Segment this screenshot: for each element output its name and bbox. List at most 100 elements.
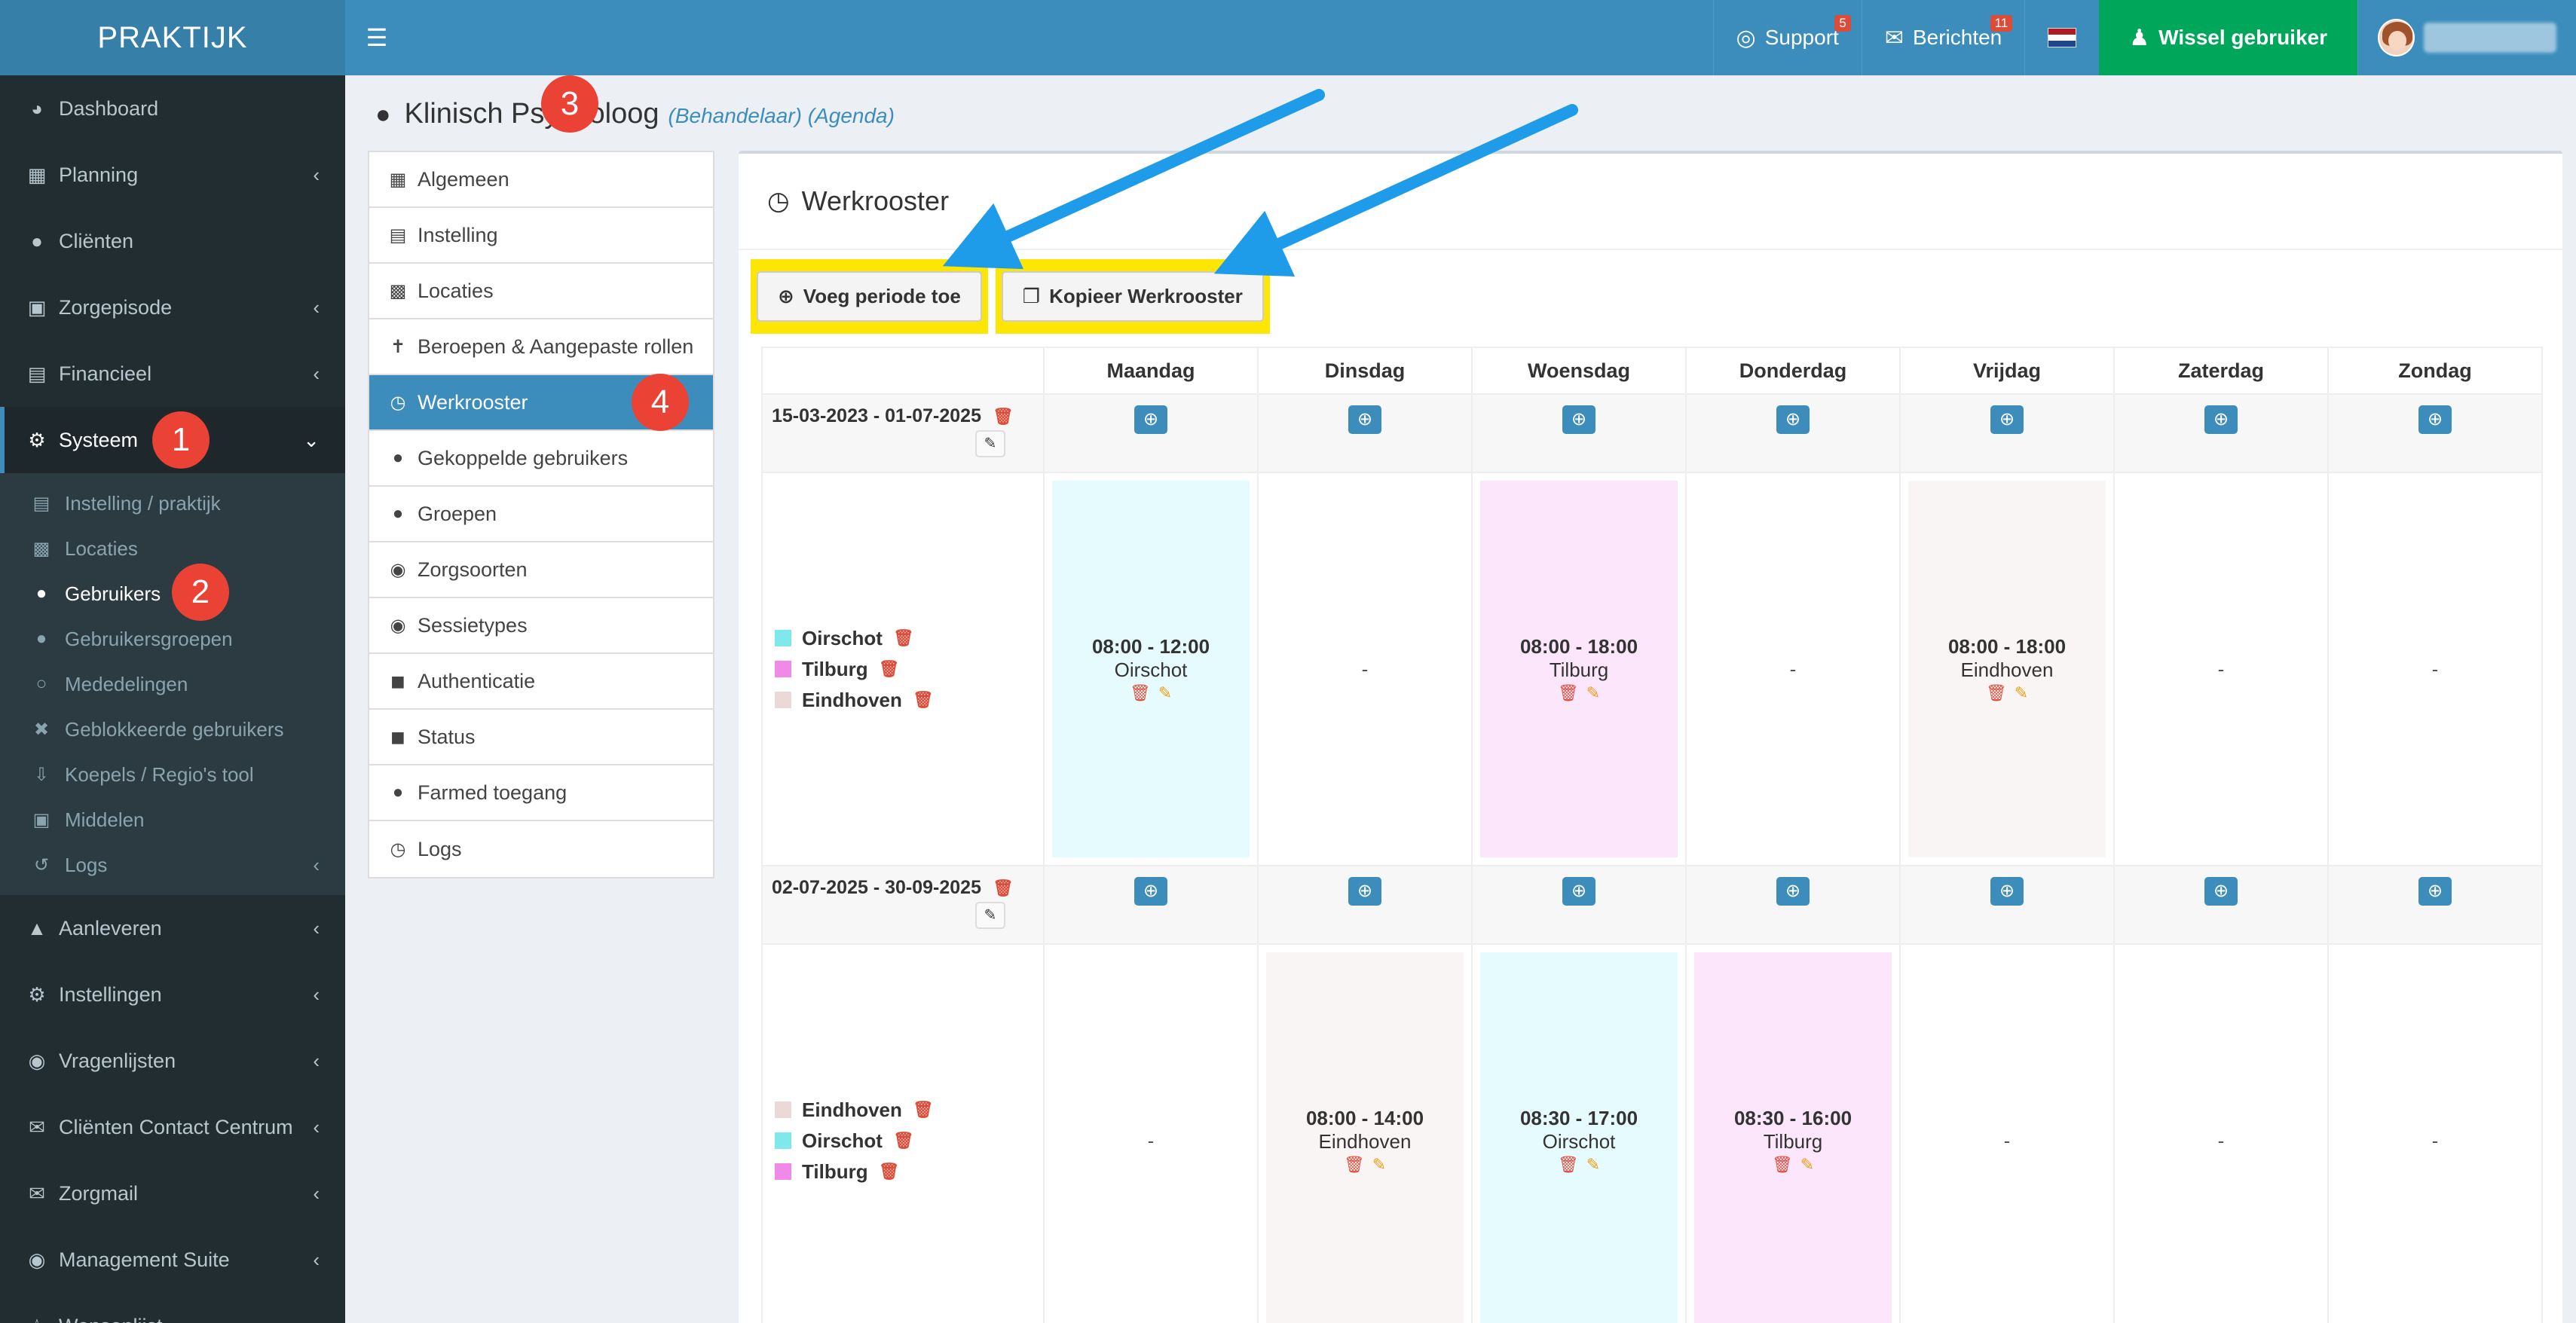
add-slot-button[interactable]: ⊕ <box>1776 405 1810 434</box>
edit-period-button[interactable]: ✎ <box>975 902 1005 929</box>
menu-item-locaties[interactable]: ▩ Locaties <box>369 264 713 319</box>
add-slot-button[interactable]: ⊕ <box>1562 877 1595 906</box>
add-slot-button[interactable]: ⊕ <box>2204 877 2238 906</box>
add-slot-button[interactable]: ⊕ <box>2418 877 2452 906</box>
edit-period-button[interactable]: ✎ <box>975 430 1005 457</box>
sidebar-item-instellingen[interactable]: ⚙ Instellingen ‹ <box>0 961 345 1028</box>
trash-icon[interactable]: 🗑 <box>993 407 1014 426</box>
empty-slot: - <box>1361 657 1369 680</box>
add-slot-button[interactable]: ⊕ <box>2204 405 2238 434</box>
user-icon: ● <box>31 229 43 252</box>
sidebar-item-clienten[interactable]: ● Cliënten <box>0 208 345 274</box>
time-slot[interactable]: 08:00 - 14:00 Eindhoven 🗑 ✎ <box>1266 952 1464 1323</box>
berichten-link[interactable]: ✉ Berichten 11 <box>1861 0 2024 75</box>
time-slot[interactable]: 08:00 - 18:00 Tilburg 🗑 ✎ <box>1480 481 1678 857</box>
header-day: Maandag <box>1043 347 1259 395</box>
pencil-icon[interactable]: ✎ <box>1372 1155 1386 1175</box>
add-slot-button[interactable]: ⊕ <box>1776 877 1810 906</box>
add-slot-button[interactable]: ⊕ <box>2418 405 2452 434</box>
add-slot-button[interactable]: ⊕ <box>1134 405 1167 434</box>
add-slot-button[interactable]: ⊕ <box>1348 877 1381 906</box>
sidebar-item-vragenlijsten[interactable]: ◉ Vragenlijsten ‹ <box>0 1028 345 1094</box>
menu-item-label: Zorgsoorten <box>418 558 528 581</box>
sidebar-item-dashboard[interactable]: ◕ Dashboard <box>0 75 345 142</box>
trash-icon[interactable]: 🗑 <box>1558 683 1579 703</box>
user-secret-icon: ♟ <box>2129 25 2150 50</box>
sidebar-item-wensenlijst[interactable]: ☆ Wensenlijst <box>0 1293 345 1323</box>
language-flag[interactable] <box>2024 0 2099 75</box>
menu-item-status[interactable]: ◼ Status <box>369 710 713 765</box>
add-period-button[interactable]: ⊕ Voeg periode toe <box>757 271 982 322</box>
trash-icon[interactable]: 🗑 <box>893 1131 914 1150</box>
sidebar-subitem-instelling[interactable]: ▤ Instelling / praktijk <box>0 481 345 526</box>
location-name: Eindhoven <box>802 1098 902 1121</box>
add-slot-button[interactable]: ⊕ <box>1562 405 1595 434</box>
sidebar-subitem-logs[interactable]: ↺ Logs ‹ <box>0 842 345 888</box>
sidebar-subitem-mededelingen[interactable]: ○ Mededelingen <box>0 662 345 707</box>
sidebar-item-planning[interactable]: ▦ Planning ‹ <box>0 142 345 208</box>
add-slot-button[interactable]: ⊕ <box>1348 405 1381 434</box>
sidebar-subitem-gebruikers[interactable]: ● Gebruikers 2 <box>0 564 345 621</box>
slot-location: Tilburg <box>1549 658 1609 681</box>
trash-icon[interactable]: 🗑 <box>1772 1155 1793 1175</box>
pencil-icon[interactable]: ✎ <box>1586 1155 1600 1175</box>
time-slot[interactable]: 08:00 - 18:00 Eindhoven 🗑 ✎ <box>1908 481 2106 857</box>
menu-item-label: Instelling <box>418 223 498 246</box>
pencil-icon[interactable]: ✎ <box>2015 683 2028 703</box>
support-link[interactable]: ◎ Support 5 <box>1712 0 1862 75</box>
sidebar-item-financieel[interactable]: ▤ Financieel ‹ <box>0 341 345 407</box>
pencil-icon[interactable]: ✎ <box>1586 683 1600 703</box>
sidebar-item-aanleveren[interactable]: ▲ Aanleveren ‹ <box>0 895 345 961</box>
trash-icon[interactable]: 🗑 <box>913 1100 934 1120</box>
sidebar-item-zorgmail[interactable]: ✉ Zorgmail ‹ <box>0 1160 345 1227</box>
menu-item-gekoppelde-gebruikers[interactable]: ● Gekoppelde gebruikers <box>369 431 713 487</box>
copy-schedule-button[interactable]: ❐ Kopieer Werkrooster <box>1001 271 1264 322</box>
menu-item-werkrooster[interactable]: ◷ Werkrooster 4 <box>369 374 713 431</box>
user-menu[interactable] <box>2357 0 2576 75</box>
time-slot[interactable]: 08:30 - 16:00 Tilburg 🗑 ✎ <box>1694 952 1892 1323</box>
trash-icon[interactable]: 🗑 <box>1344 1155 1365 1175</box>
pencil-icon[interactable]: ✎ <box>1800 1155 1814 1175</box>
add-slot-cell: ⊕ <box>1043 865 1259 945</box>
menu-item-groepen[interactable]: ● Groepen <box>369 487 713 542</box>
menu-item-algemeen[interactable]: ▦ Algemeen <box>369 152 713 208</box>
sidebar-item-clienten-contact-centrum[interactable]: ✉ Cliënten Contact Centrum ‹ <box>0 1094 345 1160</box>
wissel-gebruiker-button[interactable]: ♟ Wissel gebruiker <box>2099 0 2357 75</box>
add-slot-button[interactable]: ⊕ <box>1134 877 1167 906</box>
time-slot[interactable]: 08:00 - 12:00 Oirschot 🗑 ✎ <box>1052 481 1250 857</box>
trash-icon[interactable]: 🗑 <box>993 878 1014 897</box>
period-header-row: 15-03-2023 - 01-07-2025 🗑 ✎ ⊕ ⊕ ⊕ ⊕ ⊕ ⊕ ⊕ <box>761 393 2543 473</box>
menu-item-logs[interactable]: ◷ Logs <box>369 821 713 877</box>
menu-item-zorgsoorten[interactable]: ◉ Zorgsoorten <box>369 542 713 598</box>
sidebar-subitem-locaties[interactable]: ▩ Locaties <box>0 526 345 571</box>
sidebar-subitem-geblokkeerde[interactable]: ✖ Geblokkeerde gebruikers <box>0 707 345 752</box>
pencil-icon[interactable]: ✎ <box>1158 683 1172 703</box>
add-slot-button[interactable]: ⊕ <box>1990 877 2024 906</box>
add-slot-button[interactable]: ⊕ <box>1990 405 2024 434</box>
time-slot[interactable]: 08:30 - 17:00 Oirschot 🗑 ✎ <box>1480 952 1678 1323</box>
sidebar-item-label: Zorgmail <box>59 1181 139 1205</box>
clock-icon: ◷ <box>767 187 790 215</box>
trash-icon[interactable]: 🗑 <box>879 1162 900 1181</box>
menu-item-authenticatie[interactable]: ◼ Authenticatie <box>369 654 713 710</box>
sidebar-item-zorgepisode[interactable]: ▣ Zorgepisode ‹ <box>0 274 345 341</box>
trash-icon[interactable]: 🗑 <box>1130 683 1151 703</box>
trash-icon[interactable]: 🗑 <box>893 628 914 648</box>
sidebar-subitem-koepels[interactable]: ⇩ Koepels / Regio's tool <box>0 752 345 797</box>
app-logo[interactable]: PRAKTIJK <box>0 0 345 75</box>
menu-item-sessietypes[interactable]: ◉ Sessietypes <box>369 598 713 654</box>
header-day: Donderdag <box>1685 347 1901 395</box>
trash-icon[interactable]: 🗑 <box>913 690 934 710</box>
trash-icon[interactable]: 🗑 <box>1558 1155 1579 1175</box>
menu-item-farmed-toegang[interactable]: ● Farmed toegang <box>369 765 713 821</box>
page-subtitle: (Behandelaar) (Agenda) <box>668 104 895 127</box>
trash-icon[interactable]: 🗑 <box>1986 683 2007 703</box>
sidebar-subitem-middelen[interactable]: ▣ Middelen <box>0 797 345 842</box>
sidebar-item-management-suite[interactable]: ◉ Management Suite ‹ <box>0 1227 345 1293</box>
menu-item-beroepen[interactable]: ✝ Beroepen & Aangepaste rollen <box>369 319 713 375</box>
sidebar-item-systeem[interactable]: ⚙ Systeem ⌄ 1 <box>0 407 345 473</box>
menu-item-instelling[interactable]: ▤ Instelling <box>369 208 713 264</box>
sidebar-subitem-gebruikersgroepen[interactable]: ● Gebruikersgroepen <box>0 616 345 662</box>
trash-icon[interactable]: 🗑 <box>879 659 900 679</box>
hamburger-icon[interactable]: ☰ <box>345 0 408 75</box>
